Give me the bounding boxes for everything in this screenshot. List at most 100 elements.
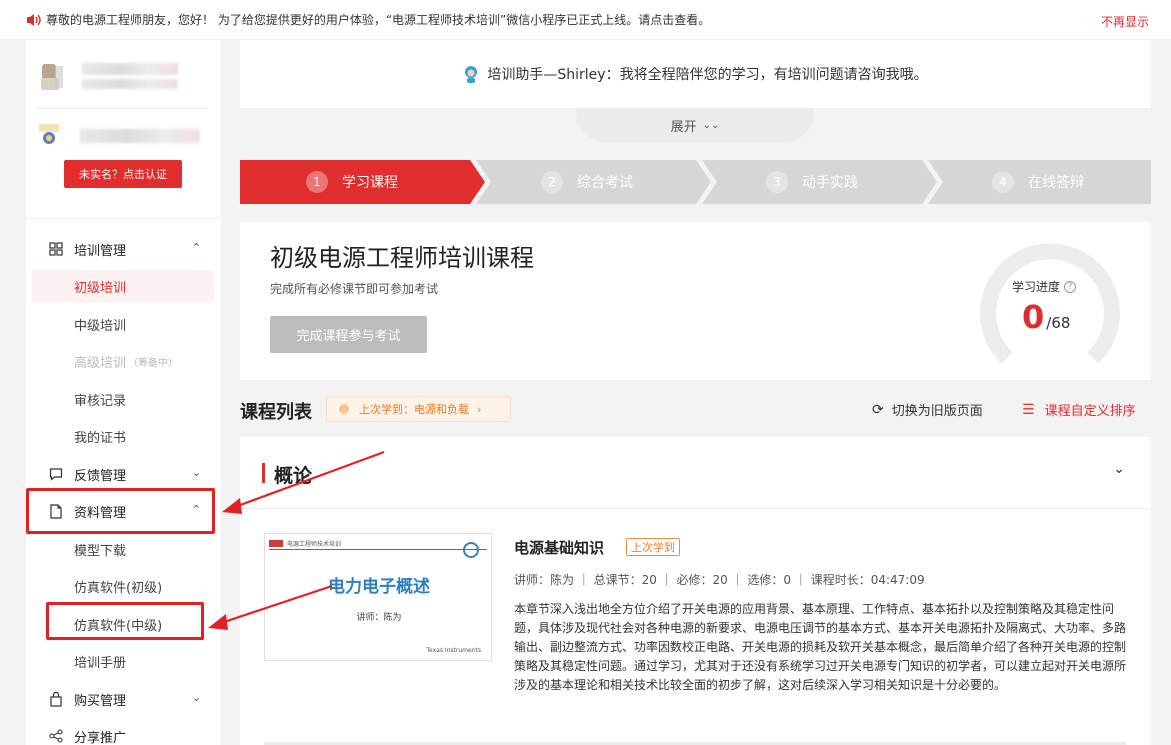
step-hands-on[interactable]: 3 动手实践 <box>766 160 858 204</box>
chapter-section: 概论 ⌄ 电源工程师技术培训 电力电子概述 讲师：陈为 Texas Instru… <box>240 437 1151 745</box>
switch-old-text: 切换为旧版页面 <box>891 404 983 419</box>
progress-label: 学习进度 ? <box>1012 278 1077 295</box>
nav-group-feedback[interactable]: 反馈管理 ⌄ <box>26 458 221 490</box>
sidebar-item-label: 高级培训 <box>74 355 127 371</box>
step-label: 综合考试 <box>577 175 633 191</box>
take-exam-button[interactable]: 完成课程参与考试 <box>270 316 427 353</box>
chevron-up-icon: ⌃ <box>191 503 201 516</box>
refresh-icon: ⟳ <box>872 401 884 418</box>
user-profile-row <box>38 56 178 96</box>
sidebar-item-intermediate-training[interactable]: 中级培训 <box>32 308 214 340</box>
nav-group-label: 培训管理 <box>74 243 127 259</box>
chapter-title: 概论 <box>274 465 313 487</box>
sidebar-item-my-certificates[interactable]: 我的证书 <box>32 420 214 452</box>
nav-group-training[interactable]: 培训管理 ⌃ <box>26 233 221 265</box>
sidebar: 未实名？点击认证 培训管理 ⌃ 初级培训 中级培训 高级培训 （筹备中） 审核记录… <box>26 40 221 745</box>
clock-icon <box>463 542 479 558</box>
list-icon: ☰ <box>1022 401 1035 418</box>
progress-done: 0 <box>1022 298 1045 336</box>
nav-divider <box>26 218 221 219</box>
dismiss-notice-link[interactable]: 不再显示 <box>1101 13 1149 30</box>
sidebar-item-model-download[interactable]: 模型下载 <box>32 533 214 565</box>
share-icon <box>48 728 64 744</box>
sidebar-item-label: 审核记录 <box>74 393 127 409</box>
medal-icon <box>38 122 60 150</box>
assistant-text: 培训助手—Shirley：我将全程陪伴您的学习，有培训问题请咨询我哦。 <box>487 67 928 83</box>
notice-text[interactable]: 尊敬的电源工程师朋友，您好！ 为了给您提供更好的用户体验，“电源工程师技术培训”… <box>46 11 710 28</box>
step-number: 3 <box>766 171 788 193</box>
lesson-title[interactable]: 电源基础知识 <box>514 537 604 558</box>
switch-old-version-link[interactable]: ⟳ 切换为旧版页面 <box>872 400 983 420</box>
thumbnail-footer: Texas Instruments <box>426 647 481 654</box>
nav-group-materials[interactable]: 资料管理 ⌃ <box>26 495 221 527</box>
step-comprehensive-exam[interactable]: 2 综合考试 <box>541 160 633 204</box>
progress-steps: 1 学习课程 2 综合考试 3 动手实践 4 在线答辩 <box>240 160 1151 204</box>
assistant-banner: 培训助手—Shirley：我将全程陪伴您的学习，有培训问题请咨询我哦。 <box>240 40 1151 108</box>
course-title: 初级电源工程师培训课程 <box>270 244 534 272</box>
sidebar-item-label: 仿真软件(初级) <box>74 580 163 596</box>
step-number: 1 <box>306 171 328 193</box>
avatar[interactable] <box>38 62 64 90</box>
speaker-icon <box>26 13 42 27</box>
verify-identity-button[interactable]: 未实名？点击认证 <box>64 160 182 188</box>
custom-sort-text: 课程自定义排序 <box>1044 404 1136 419</box>
sidebar-item-training-manual[interactable]: 培训手册 <box>32 645 214 677</box>
sidebar-item-label: 初级培训 <box>74 280 127 296</box>
step-label: 在线答辩 <box>1028 175 1084 191</box>
step-online-defense[interactable]: 4 在线答辩 <box>992 160 1084 204</box>
sidebar-item-advanced-training: 高级培训 （筹备中） <box>32 345 214 377</box>
course-list-header: 课程列表 上次学到：电源和负载 › ⟳ 切换为旧版页面 ☰ 课程自定义排序 <box>240 392 1151 426</box>
userinfo-blurred <box>82 79 178 89</box>
progress-label-text: 学习进度 <box>1012 280 1061 294</box>
thumbnail-header: 电源工程师技术培训 <box>269 538 487 548</box>
expand-button[interactable]: 展开 ⌄⌄ <box>576 108 814 142</box>
progress-value: 0 /68 <box>1022 298 1070 336</box>
step-number: 2 <box>541 171 563 193</box>
sidebar-item-label: 我的证书 <box>74 430 127 446</box>
nav-group-label: 反馈管理 <box>74 468 127 484</box>
profile-divider <box>38 108 208 109</box>
sidebar-item-review-records[interactable]: 审核记录 <box>32 383 214 415</box>
assistant-avatar-icon <box>463 65 479 83</box>
chevron-down-icon: ⌄ <box>191 466 201 479</box>
last-study-link[interactable]: 上次学到：电源和负载 › <box>326 396 511 422</box>
step-number: 4 <box>992 171 1014 193</box>
message-icon <box>48 466 64 482</box>
thumbnail-header-text: 电源工程师技术培训 <box>287 540 342 548</box>
thumbnail-title: 电力电子概述 <box>328 577 430 597</box>
coming-soon-tag: （筹备中） <box>128 357 179 369</box>
shopping-bag-icon <box>48 691 64 707</box>
chevron-right-icon: › <box>477 402 482 416</box>
user-level-row <box>38 116 200 156</box>
dot-icon <box>339 404 349 414</box>
lesson-thumbnail[interactable]: 电源工程师技术培训 电力电子概述 讲师：陈为 Texas Instruments <box>264 533 492 661</box>
brand-logo-icon <box>269 539 283 547</box>
expand-label: 展开 <box>670 119 697 135</box>
username-blurred <box>82 63 178 75</box>
sidebar-item-sim-software-intermediate[interactable]: 仿真软件(中级) <box>32 608 214 640</box>
nav-group-share[interactable]: 分享推广 <box>26 720 221 745</box>
help-icon[interactable]: ? <box>1064 280 1077 293</box>
nav-group-label: 分享推广 <box>74 730 127 745</box>
custom-sort-link[interactable]: ☰ 课程自定义排序 <box>1022 400 1136 420</box>
notice-bar: 尊敬的电源工程师朋友，您好！ 为了给您提供更好的用户体验，“电源工程师技术培训”… <box>0 0 1171 40</box>
sidebar-item-junior-training[interactable]: 初级培训 <box>32 270 214 302</box>
chevron-down-icon[interactable]: ⌄ <box>1113 461 1125 477</box>
grid-icon <box>48 241 64 257</box>
nav-group-purchase[interactable]: 购买管理 ⌄ <box>26 683 221 715</box>
course-list-title: 课程列表 <box>240 402 312 423</box>
step-label: 学习课程 <box>342 175 398 191</box>
last-studied-badge: 上次学到 <box>626 538 680 556</box>
step-study-course[interactable]: 1 学习课程 <box>306 160 398 204</box>
progress-total: /68 <box>1046 314 1071 332</box>
step-label: 动手实践 <box>802 175 858 191</box>
chevron-up-icon: ⌃ <box>191 241 201 254</box>
thumbnail-rule <box>269 549 487 550</box>
sidebar-item-sim-software-junior[interactable]: 仿真软件(初级) <box>32 570 214 602</box>
document-icon <box>48 503 64 519</box>
course-card: 初级电源工程师培训课程 完成所有必修课节即可参加考试 完成课程参与考试 学习进度… <box>240 222 1151 380</box>
thumbnail-author: 讲师：陈为 <box>356 613 402 623</box>
chapter-header[interactable]: 概论 ⌄ <box>240 437 1151 509</box>
chevron-down-icon: ⌄ <box>191 691 201 704</box>
nav-group-label: 资料管理 <box>74 505 127 521</box>
